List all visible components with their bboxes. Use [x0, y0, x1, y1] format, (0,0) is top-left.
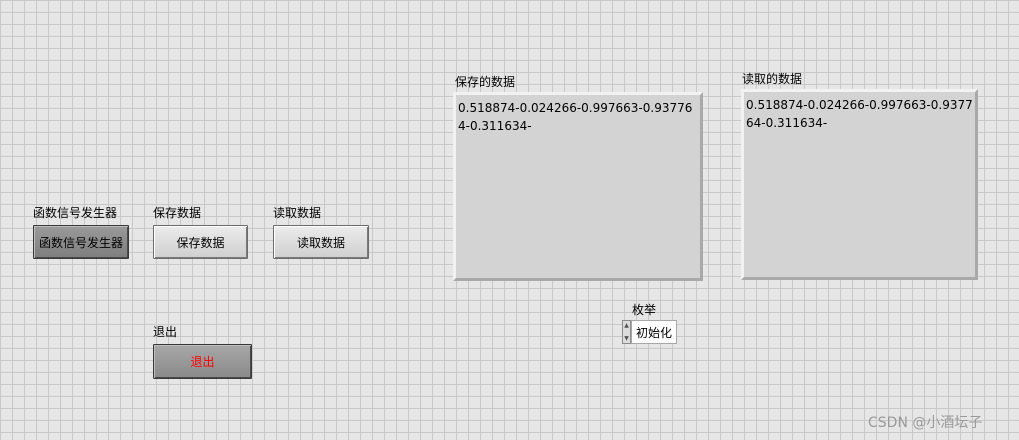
enum-control[interactable]: ▲ ▼ 初始化 [622, 320, 678, 344]
read-data-button[interactable]: 读取数据 [273, 225, 369, 259]
read-data-label: 读取数据 [273, 206, 322, 220]
exit-button[interactable]: 退出 [153, 344, 252, 379]
save-data-label: 保存数据 [153, 206, 202, 220]
save-data-button[interactable]: 保存数据 [153, 225, 248, 259]
function-generator-button-text: 函数信号发生器 [38, 235, 123, 250]
save-data-button-text: 保存数据 [176, 235, 225, 250]
spin-up-icon[interactable]: ▲ [624, 321, 629, 330]
enum-label: 枚举 [632, 303, 657, 317]
saved-data-label: 保存的数据 [455, 75, 516, 89]
enum-spinner[interactable]: ▲ ▼ [622, 320, 631, 344]
saved-data-value: 0.518874-0.024266-0.997663-0.937764-0.31… [458, 101, 693, 133]
spin-down-icon[interactable]: ▼ [624, 334, 629, 343]
read-data-button-text: 读取数据 [296, 235, 345, 250]
read-data-indicator-value: 0.518874-0.024266-0.997663-0.937764-0.31… [746, 98, 973, 130]
generator-label: 函数信号发生器 [33, 206, 118, 220]
enum-value: 初始化 [631, 320, 678, 344]
saved-data-indicator[interactable]: 0.518874-0.024266-0.997663-0.937764-0.31… [453, 92, 703, 281]
exit-button-text: 退出 [190, 355, 215, 369]
watermark: CSDN @小酒坛子 [868, 415, 983, 431]
read-data-indicator[interactable]: 0.518874-0.024266-0.997663-0.937764-0.31… [741, 89, 978, 280]
read-data-indicator-label: 读取的数据 [742, 72, 803, 86]
function-generator-button[interactable]: 函数信号发生器 [33, 225, 129, 259]
exit-label: 退出 [153, 325, 178, 339]
